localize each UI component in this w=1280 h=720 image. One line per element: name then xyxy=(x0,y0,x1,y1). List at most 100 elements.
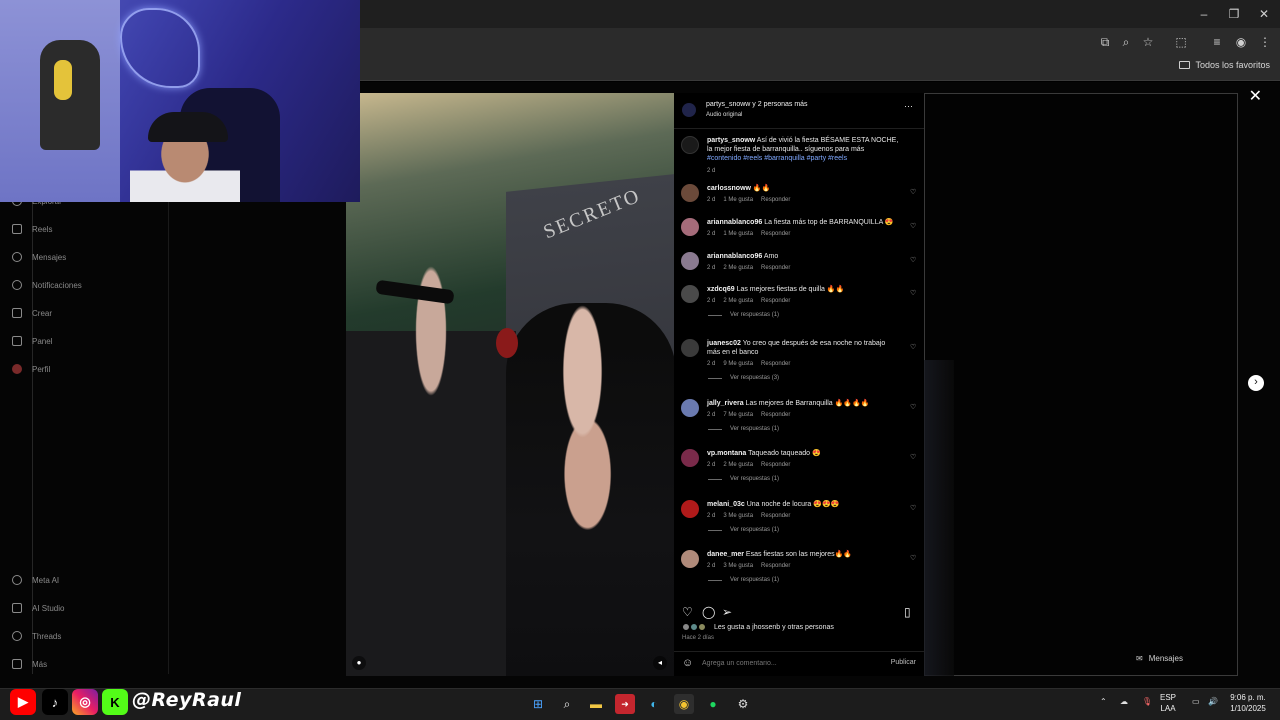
zoom-icon[interactable]: ⌕ xyxy=(1117,33,1135,51)
avatar[interactable] xyxy=(681,449,699,467)
caption-user[interactable]: partys_snoww xyxy=(707,137,755,144)
comment-user[interactable]: vp.montana xyxy=(707,450,746,457)
messages-pill[interactable]: ✉ Mensajes xyxy=(1136,648,1183,668)
comment-likes[interactable]: 7 Me gusta xyxy=(723,412,753,418)
user-tag-icon[interactable]: ● xyxy=(352,656,366,670)
reply-button[interactable]: Responder xyxy=(761,462,790,468)
settings-icon[interactable]: ⚙ xyxy=(733,694,753,714)
share-icon[interactable]: ➢ xyxy=(722,605,732,619)
volume-icon[interactable]: 🔊 xyxy=(1208,697,1218,706)
comment-likes[interactable]: 3 Me gusta xyxy=(723,513,753,519)
heart-icon[interactable]: ♡ xyxy=(910,554,916,562)
display-icon[interactable]: ▭ xyxy=(1192,697,1200,706)
comment-user[interactable]: ariannablanco96 xyxy=(707,219,762,226)
cast-icon[interactable]: ⧉ xyxy=(1096,33,1114,51)
avatar[interactable] xyxy=(681,339,699,357)
post-author[interactable]: partys_snoww y 2 personas más xyxy=(706,101,808,108)
sidebar-item-reels[interactable]: Reels xyxy=(12,222,52,236)
sidebar-item-crear[interactable]: Crear xyxy=(12,306,52,320)
heart-icon[interactable]: ♡ xyxy=(910,343,916,351)
reply-button[interactable]: Responder xyxy=(761,265,790,271)
close-window-button[interactable]: ✕ xyxy=(1254,4,1274,24)
menu-icon[interactable]: ⋮ xyxy=(1256,33,1274,51)
input-language[interactable]: ESP LAA xyxy=(1160,692,1176,714)
reply-button[interactable]: Responder xyxy=(761,298,790,304)
minimize-button[interactable]: – xyxy=(1194,4,1214,24)
more-options-icon[interactable]: ··· xyxy=(904,101,913,111)
comment-user[interactable]: carlossnoww xyxy=(707,185,751,192)
sidebar-item-mensajes[interactable]: Mensajes xyxy=(12,250,66,264)
chrome-icon[interactable]: ◉ xyxy=(674,694,694,714)
comment-user[interactable]: danee_mer xyxy=(707,551,744,558)
comment-user[interactable]: juanesc02 xyxy=(707,340,741,347)
like-icon[interactable]: ♡ xyxy=(682,605,693,619)
chevron-right-icon[interactable]: › xyxy=(1248,375,1264,391)
avatar[interactable] xyxy=(681,184,699,202)
sidebar-item-notificaciones[interactable]: Notificaciones xyxy=(12,278,82,292)
file-explorer-icon[interactable]: ▬ xyxy=(586,694,606,714)
comment-user[interactable]: jally_rivera xyxy=(707,400,744,407)
view-replies-button[interactable]: Ver respuestas (3) xyxy=(708,375,779,381)
system-clock[interactable]: 9:06 p. m. 1/10/2025 xyxy=(1222,692,1274,714)
heart-icon[interactable]: ♡ xyxy=(910,222,916,230)
heart-icon[interactable]: ♡ xyxy=(910,289,916,297)
media-icon[interactable]: ≡ xyxy=(1208,33,1226,51)
comment-likes[interactable]: 2 Me gusta xyxy=(723,298,753,304)
heart-icon[interactable]: ♡ xyxy=(910,403,916,411)
spotify-icon[interactable]: ● xyxy=(703,694,723,714)
reply-button[interactable]: Responder xyxy=(761,197,790,203)
comment-likes[interactable]: 3 Me gusta xyxy=(723,563,753,569)
reply-button[interactable]: Responder xyxy=(761,412,790,418)
avatar[interactable] xyxy=(681,252,699,270)
avatar[interactable] xyxy=(682,103,696,117)
likes-summary[interactable]: Les gusta a jhossenb y otras personas xyxy=(682,623,834,631)
comment-likes[interactable]: 1 Me gusta xyxy=(723,197,753,203)
profile-icon[interactable]: ◉ xyxy=(1232,33,1250,51)
reply-button[interactable]: Responder xyxy=(761,361,790,367)
restore-button[interactable]: ❐ xyxy=(1224,4,1244,24)
comment-user[interactable]: melani_03c xyxy=(707,501,745,508)
sidebar-item-threads[interactable]: Threads xyxy=(12,629,61,643)
reply-button[interactable]: Responder xyxy=(761,563,790,569)
comment-input[interactable] xyxy=(702,660,852,667)
chevron-up-icon[interactable]: ⌃ xyxy=(1100,697,1107,706)
heart-icon[interactable]: ♡ xyxy=(910,256,916,264)
view-replies-button[interactable]: Ver respuestas (1) xyxy=(708,426,779,432)
audio-label[interactable]: Audio original xyxy=(706,112,742,118)
view-replies-button[interactable]: Ver respuestas (1) xyxy=(708,577,779,583)
sidebar-item-panel[interactable]: Panel xyxy=(12,334,52,348)
windows-start-icon[interactable]: ⊞ xyxy=(528,694,548,714)
caption-hashtags[interactable]: #contenido #reels #barranquilla #party #… xyxy=(707,155,847,162)
heart-icon[interactable]: ♡ xyxy=(910,453,916,461)
avatar[interactable] xyxy=(681,136,699,154)
heart-icon[interactable]: ♡ xyxy=(910,504,916,512)
avatar[interactable] xyxy=(681,218,699,236)
close-icon[interactable]: ✕ xyxy=(1249,86,1262,106)
search-icon[interactable]: ⌕ xyxy=(557,694,577,714)
extensions-icon[interactable]: ⬚ xyxy=(1172,33,1190,51)
sidebar-item-ai-studio[interactable]: AI Studio xyxy=(12,601,64,615)
comment-user[interactable]: xzdcq69 xyxy=(707,286,735,293)
star-icon[interactable]: ☆ xyxy=(1139,33,1157,51)
comment-likes[interactable]: 2 Me gusta xyxy=(723,462,753,468)
reply-button[interactable]: Responder xyxy=(761,231,790,237)
cloud-icon[interactable]: ☁ xyxy=(1120,697,1128,706)
edge-icon[interactable]: ◐ xyxy=(644,694,664,714)
sidebar-item-mas[interactable]: Más xyxy=(12,657,47,671)
heart-icon[interactable]: ♡ xyxy=(910,188,916,196)
comment-likes[interactable]: 9 Me gusta xyxy=(723,361,753,367)
reel-video[interactable]: SECRETO ● ◂ xyxy=(346,93,674,676)
comment-likes[interactable]: 1 Me gusta xyxy=(723,231,753,237)
all-bookmarks-button[interactable]: Todos los favoritos xyxy=(1179,60,1270,70)
avatar[interactable] xyxy=(681,500,699,518)
sidebar-item-meta-ai[interactable]: Meta AI xyxy=(12,573,59,587)
microphone-icon[interactable]: 🎙 xyxy=(1142,697,1152,706)
view-replies-button[interactable]: Ver respuestas (1) xyxy=(708,312,779,318)
avatar[interactable] xyxy=(681,285,699,303)
comment-user[interactable]: ariannablanco96 xyxy=(707,253,762,260)
view-replies-button[interactable]: Ver respuestas (1) xyxy=(708,527,779,533)
sidebar-item-perfil[interactable]: Perfil xyxy=(12,362,50,376)
save-icon[interactable]: ▯ xyxy=(904,605,911,619)
reply-button[interactable]: Responder xyxy=(761,513,790,519)
publish-button[interactable]: Publicar xyxy=(891,659,916,666)
